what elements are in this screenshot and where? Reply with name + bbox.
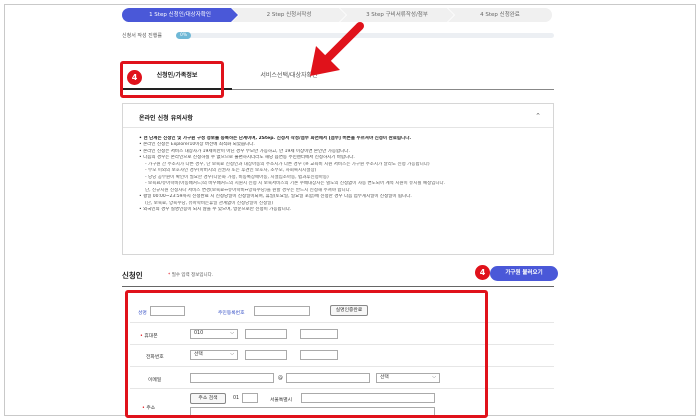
step-indicator: 1 Step 신청인/대상자확인 2 Step 신청서작성 3 Step 구비서… [122, 8, 552, 22]
section-divider [122, 286, 554, 287]
notice-item: • 외국인의 경우 실명인증이 되지 않을 수 있으며, 방문으로만 신청이 가… [139, 206, 292, 212]
callout-badge-load: 4 [475, 265, 490, 280]
progress-value: 0% [176, 32, 192, 39]
callout-arrow-icon [310, 22, 364, 76]
progress-track [176, 33, 554, 38]
callout-badge-tab: 4 [127, 70, 142, 85]
step-2[interactable]: 2 Step 신청서작성 [232, 8, 346, 22]
step-3[interactable]: 3 Step 구비서류작성/첨부 [340, 8, 454, 22]
notice-title: 온라인 신청 유의사항 [139, 115, 193, 122]
progress-label: 신청서 작성 진행률 [122, 33, 162, 39]
form-highlight-box [125, 290, 488, 418]
required-note: * 필수 입력 정보입니다. [168, 273, 214, 278]
notice-divider [123, 127, 553, 128]
step-4[interactable]: 4 Step 신청완료 [448, 8, 552, 22]
step-1[interactable]: 1 Step 신청인/대상자확인 [122, 8, 238, 22]
required-star: * [168, 273, 171, 278]
notice-panel: 온라인 신청 유의사항 ⌃ • 현 단계는 신청인 및 가구원 구성 정보를 등… [122, 103, 554, 255]
notice-list: • 현 단계는 신청인 및 가구원 구성 정보를 등록하는 단계이며, 2Ste… [139, 136, 544, 213]
section-title: 신청인 [122, 271, 143, 280]
collapse-chevron-icon[interactable]: ⌃ [535, 112, 541, 120]
load-family-button[interactable]: 가구원 불러오기 [490, 266, 558, 281]
